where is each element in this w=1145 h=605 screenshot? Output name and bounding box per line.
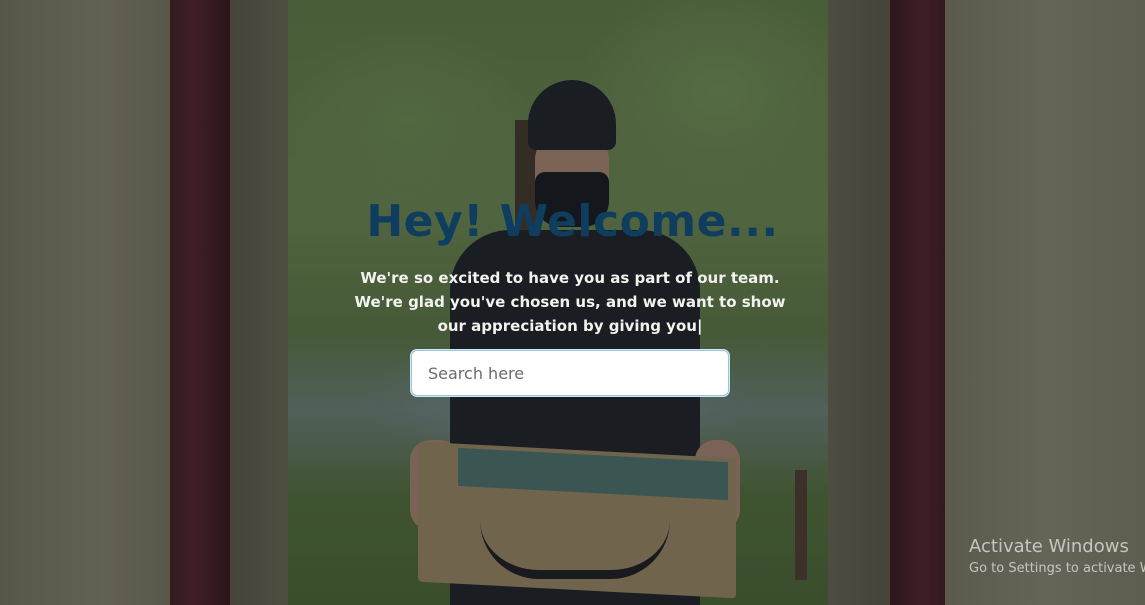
hero-message: We're so excited to have you as part of … [354,269,786,335]
search-input[interactable] [411,350,729,396]
hero-title: Hey! Welcome... [366,196,779,247]
watermark-title: Activate Windows [969,536,1129,557]
windows-activation-watermark: Activate Windows Go to Settings to activ… [969,536,1145,579]
watermark-subtitle: Go to Settings to activate Windows. [969,561,1145,576]
